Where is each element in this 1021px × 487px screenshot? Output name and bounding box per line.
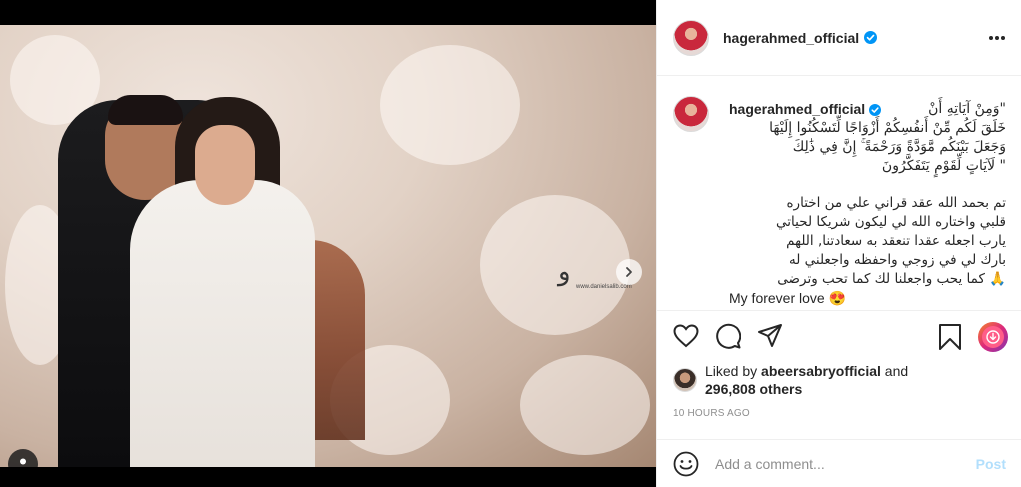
message-line: بارك لي في زوجي واحفظه واجعلني له: [788, 252, 1006, 268]
comment-box: Add a comment... Post: [657, 439, 1021, 487]
comment-button[interactable]: [715, 323, 741, 349]
comment-icon: [716, 323, 741, 349]
verse-line: وَجَعَلَ بَيْنَكُم مَّوَدَّةً وَرَحْمَةً…: [792, 139, 1006, 155]
photographer-watermark: و www.danielsalib.com: [558, 257, 632, 290]
message-line: تم بحمد الله عقد قراني علي من اختاره: [786, 195, 1006, 211]
post-username[interactable]: hagerahmed_official: [723, 30, 859, 46]
bokeh: [520, 355, 650, 455]
post-timestamp[interactable]: 10 HOURS AGO: [673, 408, 750, 419]
chevron-right-icon: [626, 267, 632, 277]
message-line: My forever love 😍: [729, 290, 847, 306]
caption-text: hagerahmed_official "وَمِنْ آيَاتِهِ أَن…: [729, 100, 1006, 307]
heart-icon: [673, 323, 699, 347]
post-header: hagerahmed_official: [657, 0, 1021, 76]
watermark-mark: و: [558, 257, 571, 287]
watermark-url: www.danielsalib.com: [576, 284, 632, 290]
woman-figure: [130, 180, 315, 467]
next-photo-button[interactable]: [616, 259, 642, 285]
liker-username[interactable]: abeersabryofficial: [761, 363, 881, 379]
bookmark-icon: [939, 324, 961, 350]
more-options-icon: [989, 36, 1005, 40]
woman-face: [195, 125, 255, 205]
verse-line: خَلَقَ لَكُم مِّنْ أَنفُسِكُمْ أَزْوَاجً…: [769, 120, 1006, 136]
avatar[interactable]: [673, 19, 709, 56]
post-comment-button[interactable]: Post: [976, 456, 1006, 472]
likes-conjunction: and: [884, 363, 909, 379]
action-bar: [657, 310, 1021, 360]
likes-text: Liked by abeersabryofficial and 296,808 …: [705, 362, 908, 398]
emoji-icon: [673, 451, 699, 476]
download-button[interactable]: [978, 322, 1008, 352]
post-side-panel: hagerahmed_official hagerahmed_official: [656, 0, 1021, 487]
likes-prefix: Liked by: [705, 363, 758, 379]
avatar[interactable]: [673, 96, 709, 132]
user-tag-icon: [20, 458, 26, 465]
quran-verse: hagerahmed_official "وَمِنْ آيَاتِهِ أَن…: [729, 100, 1006, 176]
verse-line: " لَآيَاتٍ لِّقَوْمٍ يَتَفَكَّرُونَ: [881, 158, 1006, 174]
save-button[interactable]: [938, 323, 962, 356]
verse-line: "وَمِنْ آيَاتِهِ أَنْ: [928, 101, 1006, 117]
share-button[interactable]: [757, 323, 783, 349]
message-line: قلبي واختاره الله لي ليكون شريكا لحياتي: [776, 214, 1006, 230]
download-icon: [982, 326, 1004, 348]
man-hair: [108, 95, 183, 125]
caption-row: hagerahmed_official "وَمِنْ آيَاتِهِ أَن…: [673, 96, 1006, 307]
post-photo[interactable]: و www.danielsalib.com: [0, 25, 656, 467]
user-tag-button[interactable]: [8, 449, 38, 467]
caption-area[interactable]: hagerahmed_official "وَمِنْ آيَاتِهِ أَن…: [657, 76, 1021, 309]
comment-input[interactable]: Add a comment...: [715, 456, 976, 472]
like-button[interactable]: [673, 323, 699, 348]
message-line: 🙏 كما يحب واجعلنا لك كما تحب وترضى: [777, 271, 1006, 287]
caption-username[interactable]: hagerahmed_official: [729, 100, 865, 119]
bokeh: [380, 45, 520, 165]
share-icon: [758, 323, 782, 347]
likes-count[interactable]: 296,808 others: [705, 381, 802, 397]
liker-avatar[interactable]: [673, 368, 697, 392]
message-line: يارب اجعله عقدا تنعقد به سعادتنا, اللهم: [786, 233, 1006, 249]
verified-icon: [864, 31, 878, 44]
emoji-button[interactable]: [673, 451, 699, 477]
bokeh: [480, 195, 630, 335]
verified-icon: [869, 103, 882, 116]
likes-summary: Liked by abeersabryofficial and 296,808 …: [673, 362, 908, 398]
more-options-button[interactable]: [988, 28, 1006, 46]
